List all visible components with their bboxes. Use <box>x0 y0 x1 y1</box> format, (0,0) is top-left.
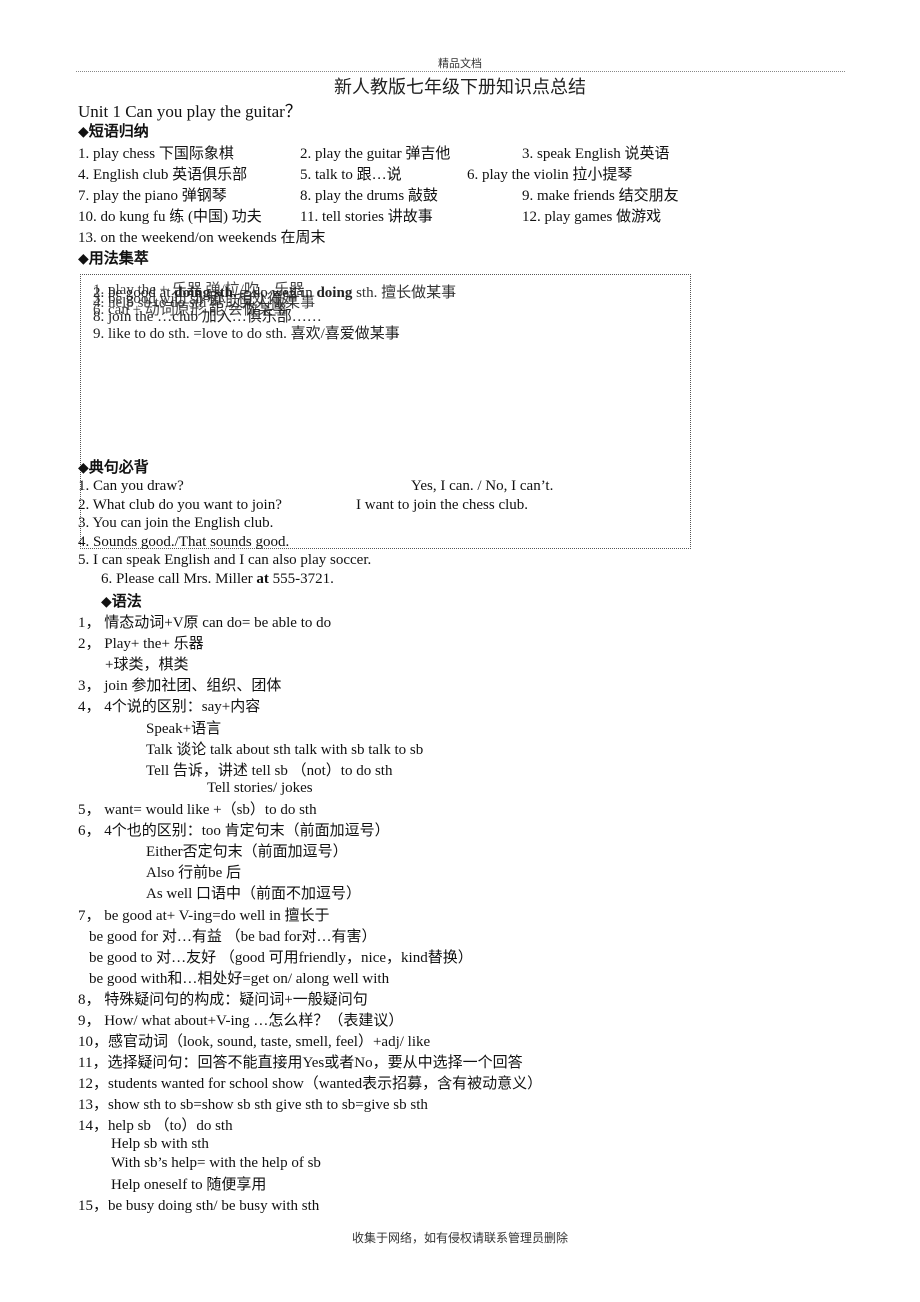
header-divider <box>76 71 845 72</box>
usage-line-9: 9. like to do sth. =love to do sth. 喜欢/喜… <box>93 326 400 342</box>
section-heading-text: 典句必背 <box>88 460 149 476</box>
grammar-line: be good to 对…友好 （good 可用friendly，nice，ki… <box>89 950 473 966</box>
phrase-item: 9. make friends 结交朋友 <box>522 188 679 204</box>
grammar-line: 9， How/ what about+V-ing …怎么样？（表建议） <box>78 1013 404 1029</box>
sentence-answer: I want to join the chess club. <box>356 497 529 513</box>
phrase-item: 13. on the weekend/on weekends 在周末 <box>78 230 326 246</box>
grammar-line: 2， Play+ the+ 乐器 <box>78 636 204 652</box>
grammar-line: be good for 对…有益 （be bad for对…有害） <box>89 929 377 945</box>
grammar-line: 15，be busy doing sth/ be busy with sth <box>78 1198 320 1214</box>
phrase-item: 2. play the guitar 弹吉他 <box>300 146 451 162</box>
grammar-line: 11，选择疑问句：回答不能直接用Yes或者No，要从中选择一个回答 <box>78 1055 523 1071</box>
grammar-line: 3， join 参加社团、组织、团体 <box>78 678 282 694</box>
section-heading-text: 语法 <box>111 594 142 610</box>
phrase-item: 11. tell stories 讲故事 <box>300 209 433 225</box>
section-heading-text: 短语归纳 <box>88 124 149 140</box>
overlap-text: sth. 擅长做某事 <box>352 285 457 301</box>
grammar-line: be good with和…相处好=get on/ along well wit… <box>89 971 390 987</box>
diamond-bullet-icon: ◆ <box>101 595 112 610</box>
section-heading-phrases: ◆短语归纳 <box>78 120 149 141</box>
grammar-line: 6， 4个也的区别：too 肯定句末（前面加逗号） <box>78 823 390 839</box>
sentence-answer: Yes, I can. / No, I can’t. <box>411 478 554 494</box>
grammar-line: Tell stories/ jokes <box>207 780 313 796</box>
phrase-item: 6. play the violin 拉小提琴 <box>467 167 633 183</box>
grammar-line: 14，help sb （to）do sth <box>78 1118 233 1134</box>
section-heading-sentences: ◆典句必背 <box>78 456 149 477</box>
grammar-line: 5， want= would like +（sb）to do sth <box>78 802 317 818</box>
grammar-line: Either否定句末（前面加逗号） <box>146 844 348 860</box>
section-heading-grammar: ◆语法 <box>101 590 142 611</box>
grammar-line: Help oneself to 随便享用 <box>111 1177 267 1193</box>
grammar-line: Help sb with sth <box>111 1136 209 1152</box>
sentence-6-text: 555-3721. <box>268 571 334 587</box>
grammar-line: 4， 4个说的区别：say+内容 <box>78 699 261 715</box>
phrase-item: 5. talk to 跟…说 <box>300 167 402 183</box>
grammar-line: Speak+语言 <box>146 721 222 737</box>
grammar-line: Also 行前be 后 <box>146 865 241 881</box>
grammar-line: With sb’s help= with the help of sb <box>111 1155 321 1171</box>
grammar-line: 13，show sth to sb=show sb sth give sth t… <box>78 1097 428 1113</box>
phrase-item: 1. play chess 下国际象棋 <box>78 146 234 162</box>
phrase-item: 4. English club 英语俱乐部 <box>78 167 248 183</box>
sentence-question: 1. Can you draw? <box>78 478 184 494</box>
diamond-bullet-icon: ◆ <box>78 461 89 476</box>
grammar-line: Tell 告诉，讲述 tell sb （not）to do sth <box>146 763 393 779</box>
footer-disclaimer: 收集于网络，如有侵权请联系管理员删除 <box>351 1231 568 1245</box>
grammar-line: Talk 谈论 talk about sth talk with sb talk… <box>146 742 424 758</box>
sentence-question: 2. What club do you want to join? <box>78 497 282 513</box>
header-watermark: 精品文档 <box>438 58 482 70</box>
sentence-question: 4. Sounds good./That sounds good. <box>78 534 290 550</box>
sentence-question: 3. You can join the English club. <box>78 515 274 531</box>
phrase-item: 3. speak English 说英语 <box>522 146 670 162</box>
phrase-item: 7. play the piano 弹钢琴 <box>78 188 227 204</box>
phrase-item: 10. do kung fu 练 (中国) 功夫 <box>78 209 262 225</box>
grammar-line: 10，感官动词（look, sound, taste, smell, feel）… <box>78 1034 431 1050</box>
grammar-line: 8， 特殊疑问句的构成：疑问词+一般疑问句 <box>78 992 368 1008</box>
document-title: 新人教版七年级下册知识点总结 <box>334 77 586 97</box>
unit-title: Unit 1 Can you play the guitar？ <box>78 102 302 121</box>
grammar-line: 12，students wanted for school show（wante… <box>78 1076 543 1092</box>
section-heading-text: 用法集萃 <box>88 251 149 267</box>
phrase-item: 12. play games 做游戏 <box>522 209 662 225</box>
sentence-6-bold: at <box>256 571 269 587</box>
grammar-line: 7， be good at+ V-ing=do well in 擅长于 <box>78 908 330 924</box>
sentence-question: 5. I can speak English and I can also pl… <box>78 552 372 568</box>
overlap-bold-text: doing <box>316 285 353 301</box>
grammar-line: +球类，棋类 <box>105 657 189 673</box>
grammar-line: 1， 情态动词+V原 can do= be able to do <box>78 615 332 631</box>
phrase-item: 8. play the drums 敲鼓 <box>300 188 438 204</box>
diamond-bullet-icon: ◆ <box>78 252 89 267</box>
sentence-6: 6. Please call Mrs. Miller at 555-3721. <box>101 571 334 588</box>
section-heading-usage: ◆用法集萃 <box>78 247 149 268</box>
diamond-bullet-icon: ◆ <box>78 125 89 140</box>
grammar-line: As well 口语中（前面不加逗号） <box>146 886 361 902</box>
sentence-6-text: 6. Please call Mrs. Miller <box>101 571 257 587</box>
